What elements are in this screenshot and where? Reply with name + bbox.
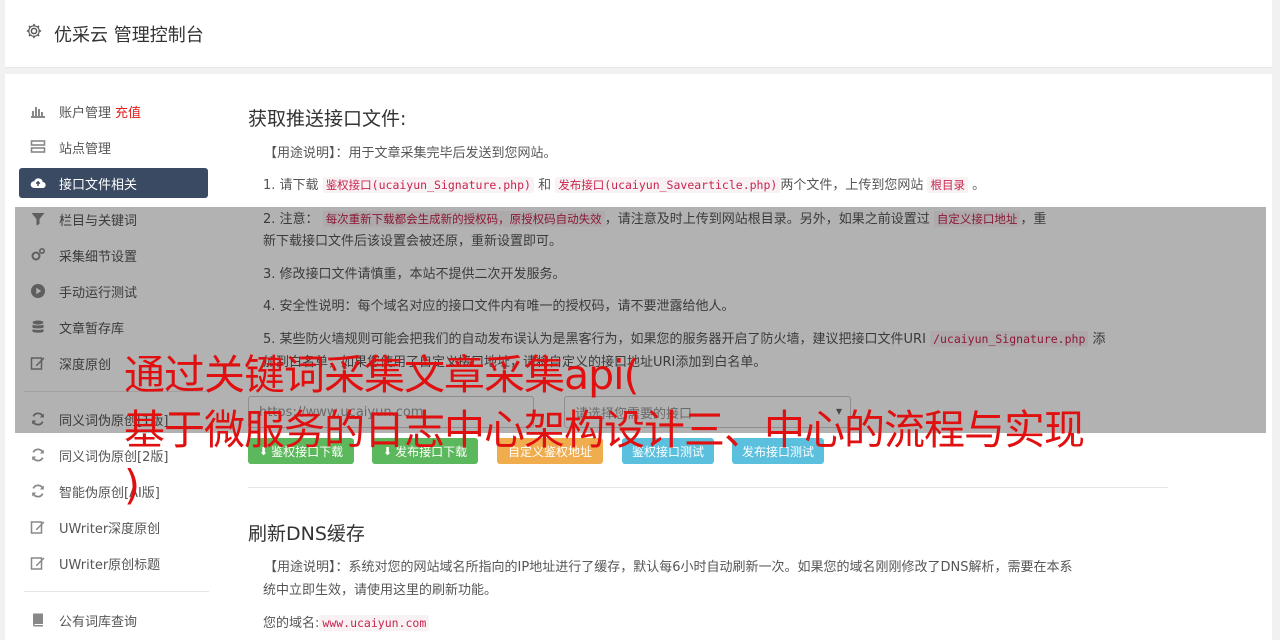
section-title-dns: 刷新DNS缓存: [248, 523, 365, 545]
step-text: 。: [972, 178, 986, 193]
banner-line-3: ): [124, 461, 139, 508]
step-1: 1. 请下载 鉴权接口(ucaiyun_Signature.php) 和 发布接…: [263, 173, 985, 198]
gear-icon: [26, 23, 42, 39]
section-title-interface-files: 获取推送接口文件:: [248, 108, 407, 130]
bar-chart-icon: [31, 107, 45, 118]
code-snippet: 鉴权接口(ucaiyun_Signature.php): [322, 177, 534, 193]
sidebar-item-uwriter-original[interactable]: UWriter深度原创: [19, 512, 208, 542]
sidebar-item-label: UWriter原创标题: [59, 557, 161, 573]
usage-text: ：用于文章采集完毕后发送到您网站。: [335, 146, 557, 161]
usage-description: 【用途说明】：用于文章采集完毕后发送到您网站。: [264, 142, 557, 166]
section-divider: [248, 487, 1168, 488]
edit-icon: [30, 557, 45, 570]
sidebar-item-smart-ai[interactable]: 智能伪原创[AI版]: [19, 476, 208, 506]
sidebar-item-label: 站点管理: [59, 141, 112, 157]
code-snippet: 发布接口(ucaiyun_Savearticle.php): [555, 177, 781, 193]
usage-label: 【用途说明】: [264, 560, 336, 575]
server-icon: [30, 140, 46, 153]
step-text: 和: [538, 178, 552, 193]
step-text: 1. 请下载: [263, 178, 319, 193]
sidebar-item-account[interactable]: 账户管理 充值: [19, 96, 208, 126]
code-snippet: 根目录: [927, 177, 968, 193]
dns-usage-description: 【用途说明】：系统对您的网站域名所指向的IP地址进行了缓存，默认每6小时自动刷新…: [264, 556, 1072, 580]
domain-label: 您的域名:: [263, 616, 320, 631]
refresh-icon: [32, 448, 44, 462]
refresh-icon: [32, 484, 44, 498]
sidebar-item-public-thesaurus[interactable]: 公有词库查询: [19, 605, 208, 635]
sidebar-item-label: 公有词库查询: [59, 614, 138, 630]
sidebar-item-interface-files[interactable]: 接口文件相关: [19, 168, 208, 198]
sidebar-item-sites[interactable]: 站点管理: [19, 132, 208, 162]
dns-usage-cont: 统中立即生效，请使用这里的刷新功能。: [263, 583, 498, 598]
sidebar-divider: [24, 591, 209, 592]
usage-label: 【用途说明】: [264, 146, 336, 161]
sidebar-item-label: UWriter深度原创: [59, 521, 161, 537]
sidebar-item-label: 接口文件相关: [59, 177, 138, 193]
sidebar-item-label: 账户管理: [59, 105, 112, 121]
dns-domain-row: 您的域名: www.ucaiyun.com: [263, 611, 430, 636]
banner-line-2: 基于微服务的日志中心架构设计三、中心的流程与实现: [124, 406, 1085, 454]
top-bar: 优采云 管理控制台: [5, 0, 1272, 68]
recharge-link[interactable]: 充值: [115, 102, 141, 121]
usage-text: ：系统对您的网站域名所指向的IP地址进行了缓存，默认每6小时自动刷新一次。如果您…: [335, 560, 1073, 575]
banner-line-1: 通过关键词采集文章采集api(: [124, 351, 640, 399]
book-icon: [33, 613, 43, 627]
domain-value: www.ucaiyun.com: [319, 615, 430, 631]
sidebar-item-uwriter-title[interactable]: UWriter原创标题: [19, 548, 208, 578]
cloud-upload-icon: [30, 178, 46, 189]
app-title: 优采云 管理控制台: [54, 25, 204, 46]
sidebar-item-label: 智能伪原创[AI版]: [59, 485, 160, 501]
step-text: 两个文件，上传到您网站: [780, 178, 924, 193]
edit-icon: [30, 521, 45, 534]
